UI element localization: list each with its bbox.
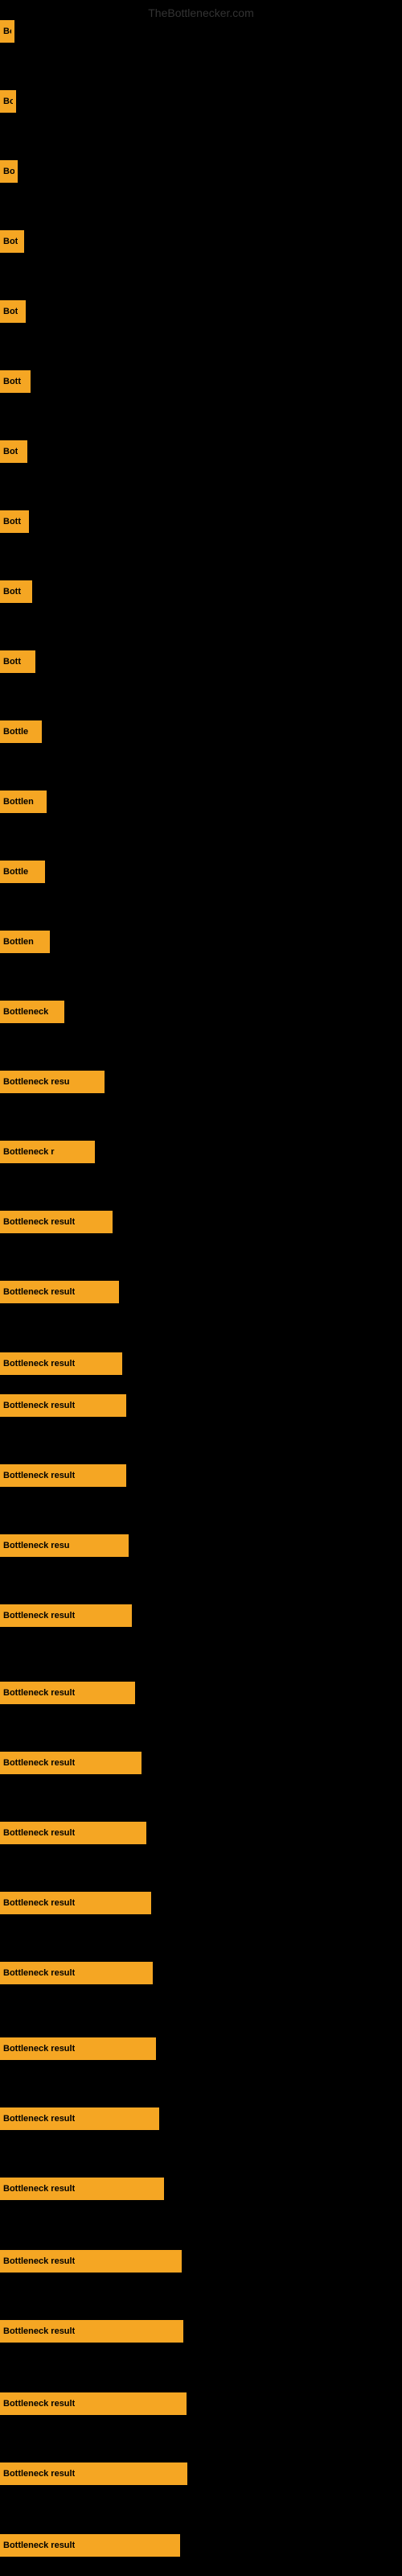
bar-item: Bottleneck resu [0, 1534, 129, 1557]
site-title: TheBottlenecker.com [148, 6, 254, 19]
bar-label: Bottleneck resu [3, 1077, 70, 1087]
bar-label: Bottleneck result [3, 1898, 75, 1908]
bar-label: Bottleneck result [3, 1968, 75, 1978]
bar-item: Bottleneck result [0, 1682, 135, 1704]
bar-label: Bottleneck result [3, 1828, 75, 1838]
bar-label: Bottleneck result [3, 2256, 75, 2266]
bar-label: Bottleneck [3, 1007, 48, 1017]
bar-label: Bottleneck result [3, 2184, 75, 2194]
bar-item: Bottleneck result [0, 1604, 132, 1627]
bar-item: Bottleneck result [0, 2392, 187, 2415]
bar-item: Bottleneck result [0, 1281, 119, 1303]
bar-label: Bottleneck result [3, 1611, 75, 1620]
bar-label: Bottleneck result [3, 1758, 75, 1768]
bar-label: Bot [3, 237, 18, 246]
bar-item: Bot [0, 300, 26, 323]
bar-item: Bottleneck result [0, 1211, 113, 1233]
bar-item: Bottleneck result [0, 2178, 164, 2200]
bar-label: Bottlen [3, 797, 34, 807]
bar-item: Bott [0, 580, 32, 603]
bar-item: Bottle [0, 720, 42, 743]
bar-label: Bott [3, 657, 21, 667]
bar-label: Bo [3, 97, 13, 106]
bar-item: Bottlen [0, 931, 50, 953]
bar-label: Bottleneck result [3, 1359, 75, 1368]
bar-label: Bottleneck resu [3, 1541, 70, 1550]
bar-label: Bottlen [3, 937, 34, 947]
bar-item: Bott [0, 510, 29, 533]
bar-item: Bottleneck result [0, 2534, 180, 2557]
bar-item: Bottleneck resu [0, 1071, 105, 1093]
bar-item: Bottleneck result [0, 1822, 146, 1844]
bar-item: Bottleneck result [0, 2037, 156, 2060]
bar-item: Bott [0, 370, 31, 393]
bar-item: Bottleneck result [0, 2107, 159, 2130]
bar-label: Bott [3, 377, 21, 386]
bar-item: Bo [0, 90, 16, 113]
bar-item: Bottleneck result [0, 1352, 122, 1375]
bar-item: Bott [0, 650, 35, 673]
bar-item: Bo [0, 20, 14, 43]
bar-label: Bottleneck result [3, 1401, 75, 1410]
bar-label: Bottleneck result [3, 2326, 75, 2336]
bar-item: Bo [0, 160, 18, 183]
bar-label: Bo [3, 167, 14, 176]
bar-label: Bottleneck result [3, 1471, 75, 1480]
bar-label: Bott [3, 587, 21, 597]
bar-item: Bottleneck result [0, 2320, 183, 2343]
bar-item: Bottleneck result [0, 2250, 182, 2273]
bar-label: Bottleneck result [3, 2114, 75, 2124]
bar-label: Bot [3, 307, 18, 316]
bar-label: Bottleneck result [3, 1217, 75, 1227]
bar-label: Bottleneck result [3, 2399, 75, 2409]
bar-item: Bottleneck result [0, 1752, 142, 1774]
bar-label: Bottleneck result [3, 2469, 75, 2479]
bar-item: Bottleneck result [0, 2462, 187, 2485]
bar-item: Bot [0, 230, 24, 253]
bar-item: Bottleneck [0, 1001, 64, 1023]
bar-item: Bottle [0, 861, 45, 883]
bar-label: Bott [3, 517, 21, 526]
bar-item: Bottleneck result [0, 1394, 126, 1417]
bar-label: Bo [3, 27, 11, 36]
bar-label: Bottle [3, 867, 28, 877]
bar-label: Bottleneck result [3, 2541, 75, 2550]
bar-item: Bottleneck r [0, 1141, 95, 1163]
bar-label: Bottleneck result [3, 2044, 75, 2054]
bar-label: Bottleneck result [3, 1688, 75, 1698]
bar-item: Bottleneck result [0, 1962, 153, 1984]
bar-label: Bottle [3, 727, 28, 737]
bar-item: Bot [0, 440, 27, 463]
bar-label: Bot [3, 447, 18, 456]
bar-label: Bottleneck result [3, 1287, 75, 1297]
bar-label: Bottleneck r [3, 1147, 55, 1157]
bar-item: Bottleneck result [0, 1892, 151, 1914]
bar-item: Bottleneck result [0, 1464, 126, 1487]
bar-item: Bottlen [0, 791, 47, 813]
